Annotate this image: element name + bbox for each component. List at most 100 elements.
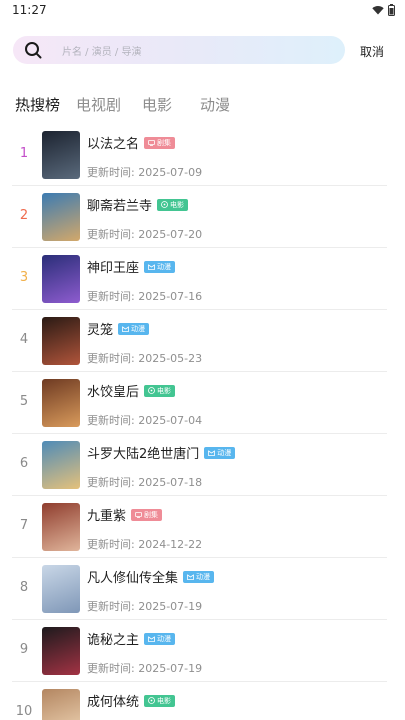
update-prefix: 更新时间: [87,166,135,179]
badge-label: 电影 [157,696,172,705]
poster-image[interactable] [42,441,80,489]
badge-label: 电影 [170,200,185,209]
title-line: 诡秘之主 动漫 [87,629,176,648]
type-badge: 动漫 [183,570,215,583]
rank-number: 4 [19,332,29,347]
item-title: 灵笼 [87,323,114,338]
tv-icon [135,511,142,518]
wifi-icon [372,5,384,15]
title-line: 凡人修仙传全集 动漫 [87,567,215,586]
rank-number: 9 [19,642,29,657]
badge-label: 动漫 [131,324,146,333]
list-item[interactable]: 6 斗罗大陆2绝世唐门 动漫更新时间: 2025-07-18 [0,434,405,496]
update-date: 2025-05-23 [138,352,203,365]
badge-label: 电影 [157,386,172,395]
search-icon [25,42,42,59]
type-badge: 剧集 [144,136,176,149]
poster-image[interactable] [42,689,80,720]
battery-icon [388,4,395,16]
tv-icon [148,139,155,146]
poster-image[interactable] [42,503,80,551]
update-date: 2025-07-04 [138,414,203,427]
update-prefix: 更新时间: [87,600,135,613]
title-line: 成何体统 电影 [87,691,176,710]
item-title: 聊斋若兰寺 [87,199,153,214]
film-icon [161,201,168,208]
type-badge: 动漫 [144,260,176,273]
type-badge: 动漫 [144,632,176,645]
list-item[interactable]: 3 神印王座 动漫更新时间: 2025-07-16 [0,248,405,310]
animation-icon [148,263,155,270]
update-time: 更新时间: 2025-07-04 [87,412,202,428]
rank-number: 1 [19,146,29,161]
cancel-button[interactable]: 取消 [360,43,384,60]
rank-number: 3 [19,270,29,285]
poster-image[interactable] [42,131,80,179]
list-item[interactable]: 9 诡秘之主 动漫更新时间: 2025-07-19 [0,620,405,682]
update-prefix: 更新时间: [87,476,135,489]
update-time: 更新时间: 2025-07-19 [87,660,202,676]
animation-icon [208,449,216,456]
tab-tv-series[interactable]: 电视剧 [76,94,121,115]
item-title: 斗罗大陆2绝世唐门 [87,447,200,462]
update-prefix: 更新时间: [87,662,135,675]
poster-image[interactable] [42,193,80,241]
rank-number: 10 [15,704,33,719]
list-item[interactable]: 2 聊斋若兰寺 电影 更新时间: 2025-07-20 [0,186,405,248]
update-date: 2025-07-20 [138,228,203,241]
badge-label: 动漫 [157,634,172,643]
title-line: 九重紫 剧集 [87,505,163,524]
type-badge: 电影 [144,694,176,707]
list-item[interactable]: 4 灵笼 动漫更新时间: 2025-05-23 [0,310,405,372]
list-item[interactable]: 7 九重紫 剧集更新时间: 2024-12-22 [0,496,405,558]
animation-icon [148,635,155,642]
title-line: 斗罗大陆2绝世唐门 动漫 [87,443,236,462]
rank-number: 7 [19,518,29,533]
poster-image[interactable] [42,379,80,427]
title-line: 聊斋若兰寺 电影 [87,195,189,214]
search-placeholder: 片名 / 演员 / 导演 [62,47,142,58]
type-badge: 剧集 [131,508,163,521]
tab-anime[interactable]: 动漫 [200,94,230,115]
list-item[interactable]: 5 水饺皇后 电影 更新时间: 2025-07-04 [0,372,405,434]
badge-label: 动漫 [217,448,232,457]
tab-movies[interactable]: 电影 [142,94,172,115]
item-title: 以法之名 [87,137,140,152]
search-input[interactable]: 片名 / 演员 / 导演 [13,36,345,64]
update-prefix: 更新时间: [87,414,135,427]
rank-number: 8 [19,580,29,595]
type-badge: 动漫 [118,322,150,335]
update-time: 更新时间: 2024-12-22 [87,536,202,552]
type-badge: 动漫 [204,446,236,459]
title-line: 以法之名 剧集 [87,133,176,152]
animation-icon [122,325,129,332]
list-item[interactable]: 10 成何体统 电影 [0,682,405,720]
title-line: 水饺皇后 电影 [87,381,176,400]
update-time: 更新时间: 2025-07-18 [87,474,202,490]
list-item[interactable]: 8 凡人修仙传全集 动漫 更新时间: 2025-07-19 [0,558,405,620]
status-time: 11:27 [12,3,47,17]
item-title: 神印王座 [87,261,140,276]
update-date: 2024-12-22 [138,538,203,551]
poster-image[interactable] [42,565,80,613]
search-row: 片名 / 演员 / 导演 取消 [0,36,405,66]
status-icons [372,4,395,16]
poster-image[interactable] [42,627,80,675]
rank-number: 6 [19,456,29,471]
badge-label: 剧集 [144,510,159,519]
item-title: 诡秘之主 [87,633,140,648]
badge-label: 剧集 [157,138,172,147]
poster-image[interactable] [42,255,80,303]
update-prefix: 更新时间: [87,290,135,303]
update-time: 更新时间: 2025-05-23 [87,350,202,366]
poster-image[interactable] [42,317,80,365]
tab-hot-search[interactable]: 热搜榜 [15,94,60,115]
item-title: 凡人修仙传全集 [87,571,179,586]
animation-icon [187,573,194,580]
item-title: 水饺皇后 [87,385,140,400]
list-item[interactable]: 1 以法之名 剧集更新时间: 2025-07-09 [0,124,405,186]
type-badge: 电影 [144,384,176,397]
update-date: 2025-07-16 [138,290,203,303]
film-icon [148,387,155,394]
update-date: 2025-07-09 [138,166,203,179]
